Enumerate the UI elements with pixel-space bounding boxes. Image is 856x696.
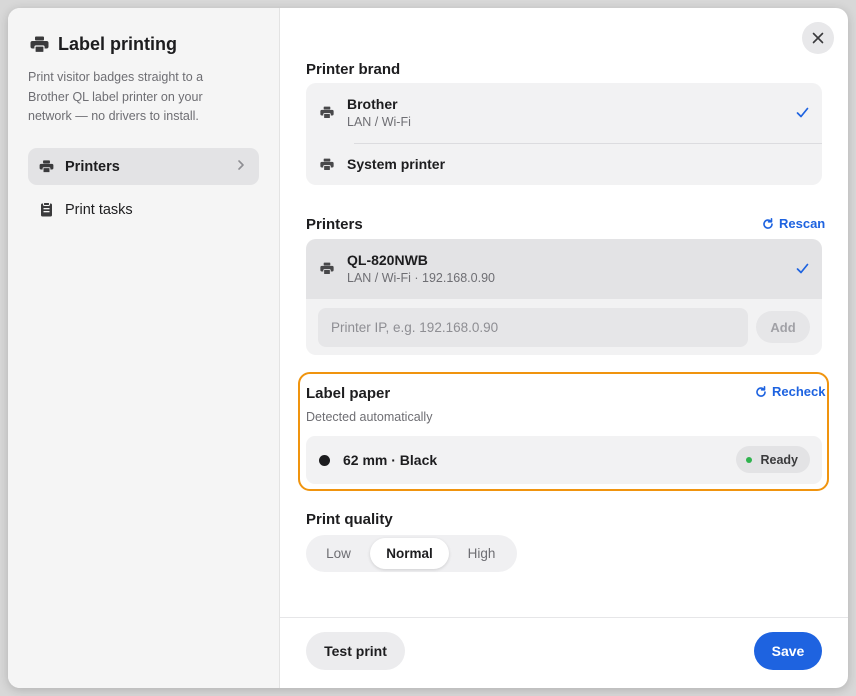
status-badge: Ready xyxy=(736,446,810,473)
quality-option-high[interactable]: High xyxy=(453,538,510,569)
clipboard-icon xyxy=(39,202,54,217)
checkmark-icon xyxy=(796,263,809,274)
printers-list: QL-820NWB LAN / Wi-Fi · 192.168.0.90 Add xyxy=(306,239,822,355)
add-printer-button[interactable]: Add xyxy=(756,311,810,343)
printer-icon xyxy=(320,106,334,119)
label-printing-dialog: Label printing Print visitor badges stra… xyxy=(8,8,848,688)
refresh-icon xyxy=(762,217,774,230)
print-quality-title: Print quality xyxy=(306,511,393,528)
close-icon xyxy=(812,32,824,44)
label-paper-subtitle: Detected automatically xyxy=(306,410,433,424)
refresh-icon xyxy=(755,385,767,398)
brand-option-system-printer[interactable]: System printer xyxy=(306,144,822,185)
quality-option-normal[interactable]: Normal xyxy=(370,538,449,569)
chevron-right-icon xyxy=(237,159,245,171)
save-button[interactable]: Save xyxy=(754,632,822,670)
printer-address: LAN / Wi-Fi · 192.168.0.90 xyxy=(347,271,495,285)
printer-brand-title: Printer brand xyxy=(306,61,401,78)
printer-icon xyxy=(320,262,334,275)
printer-ip-input[interactable] xyxy=(318,308,748,347)
rescan-label: Rescan xyxy=(779,216,826,231)
printer-icon xyxy=(320,158,334,171)
footer-divider xyxy=(280,617,848,618)
paper-name: 62 mm · Black xyxy=(343,452,438,468)
print-quality-segmented-control: Low Normal High xyxy=(306,535,517,572)
printers-title: Printers xyxy=(306,216,363,233)
printer-icon xyxy=(30,36,49,53)
test-print-button[interactable]: Test print xyxy=(306,632,405,670)
printer-brand-list: Brother LAN / Wi-Fi System printer xyxy=(306,83,822,185)
sidebar: Label printing Print visitor badges stra… xyxy=(8,8,280,688)
recheck-label: Recheck xyxy=(772,384,826,399)
sidebar-item-print-tasks[interactable]: Print tasks xyxy=(28,191,259,228)
sidebar-item-label: Print tasks xyxy=(65,201,133,218)
main-panel: Printer brand Brother LAN / Wi-Fi System… xyxy=(280,8,848,688)
sidebar-header: Label printing xyxy=(30,34,177,55)
sidebar-description: Print visitor badges straight to a Broth… xyxy=(28,70,204,123)
sidebar-title: Label printing xyxy=(58,34,177,54)
printer-name: QL-820NWB xyxy=(347,252,428,268)
close-button[interactable] xyxy=(802,22,834,54)
status-label: Ready xyxy=(760,452,798,467)
brand-name: System printer xyxy=(347,156,446,172)
sidebar-item-printers[interactable]: Printers xyxy=(28,148,259,185)
checkmark-icon xyxy=(796,107,809,118)
rescan-button[interactable]: Rescan xyxy=(762,216,825,231)
label-paper-row: 62 mm · Black Ready xyxy=(306,436,822,484)
printer-icon xyxy=(39,160,54,173)
label-paper-title: Label paper xyxy=(306,385,391,402)
printer-row-ql-820nwb[interactable]: QL-820NWB LAN / Wi-Fi · 192.168.0.90 xyxy=(306,239,822,299)
recheck-button[interactable]: Recheck xyxy=(755,384,825,399)
brand-option-brother[interactable]: Brother LAN / Wi-Fi xyxy=(306,83,822,143)
paper-color-swatch xyxy=(319,455,330,466)
status-dot-icon xyxy=(746,456,753,463)
brand-name: Brother xyxy=(347,96,398,112)
quality-option-low[interactable]: Low xyxy=(310,538,367,569)
sidebar-item-label: Printers xyxy=(65,158,120,175)
brand-connection: LAN / Wi-Fi xyxy=(347,115,411,129)
